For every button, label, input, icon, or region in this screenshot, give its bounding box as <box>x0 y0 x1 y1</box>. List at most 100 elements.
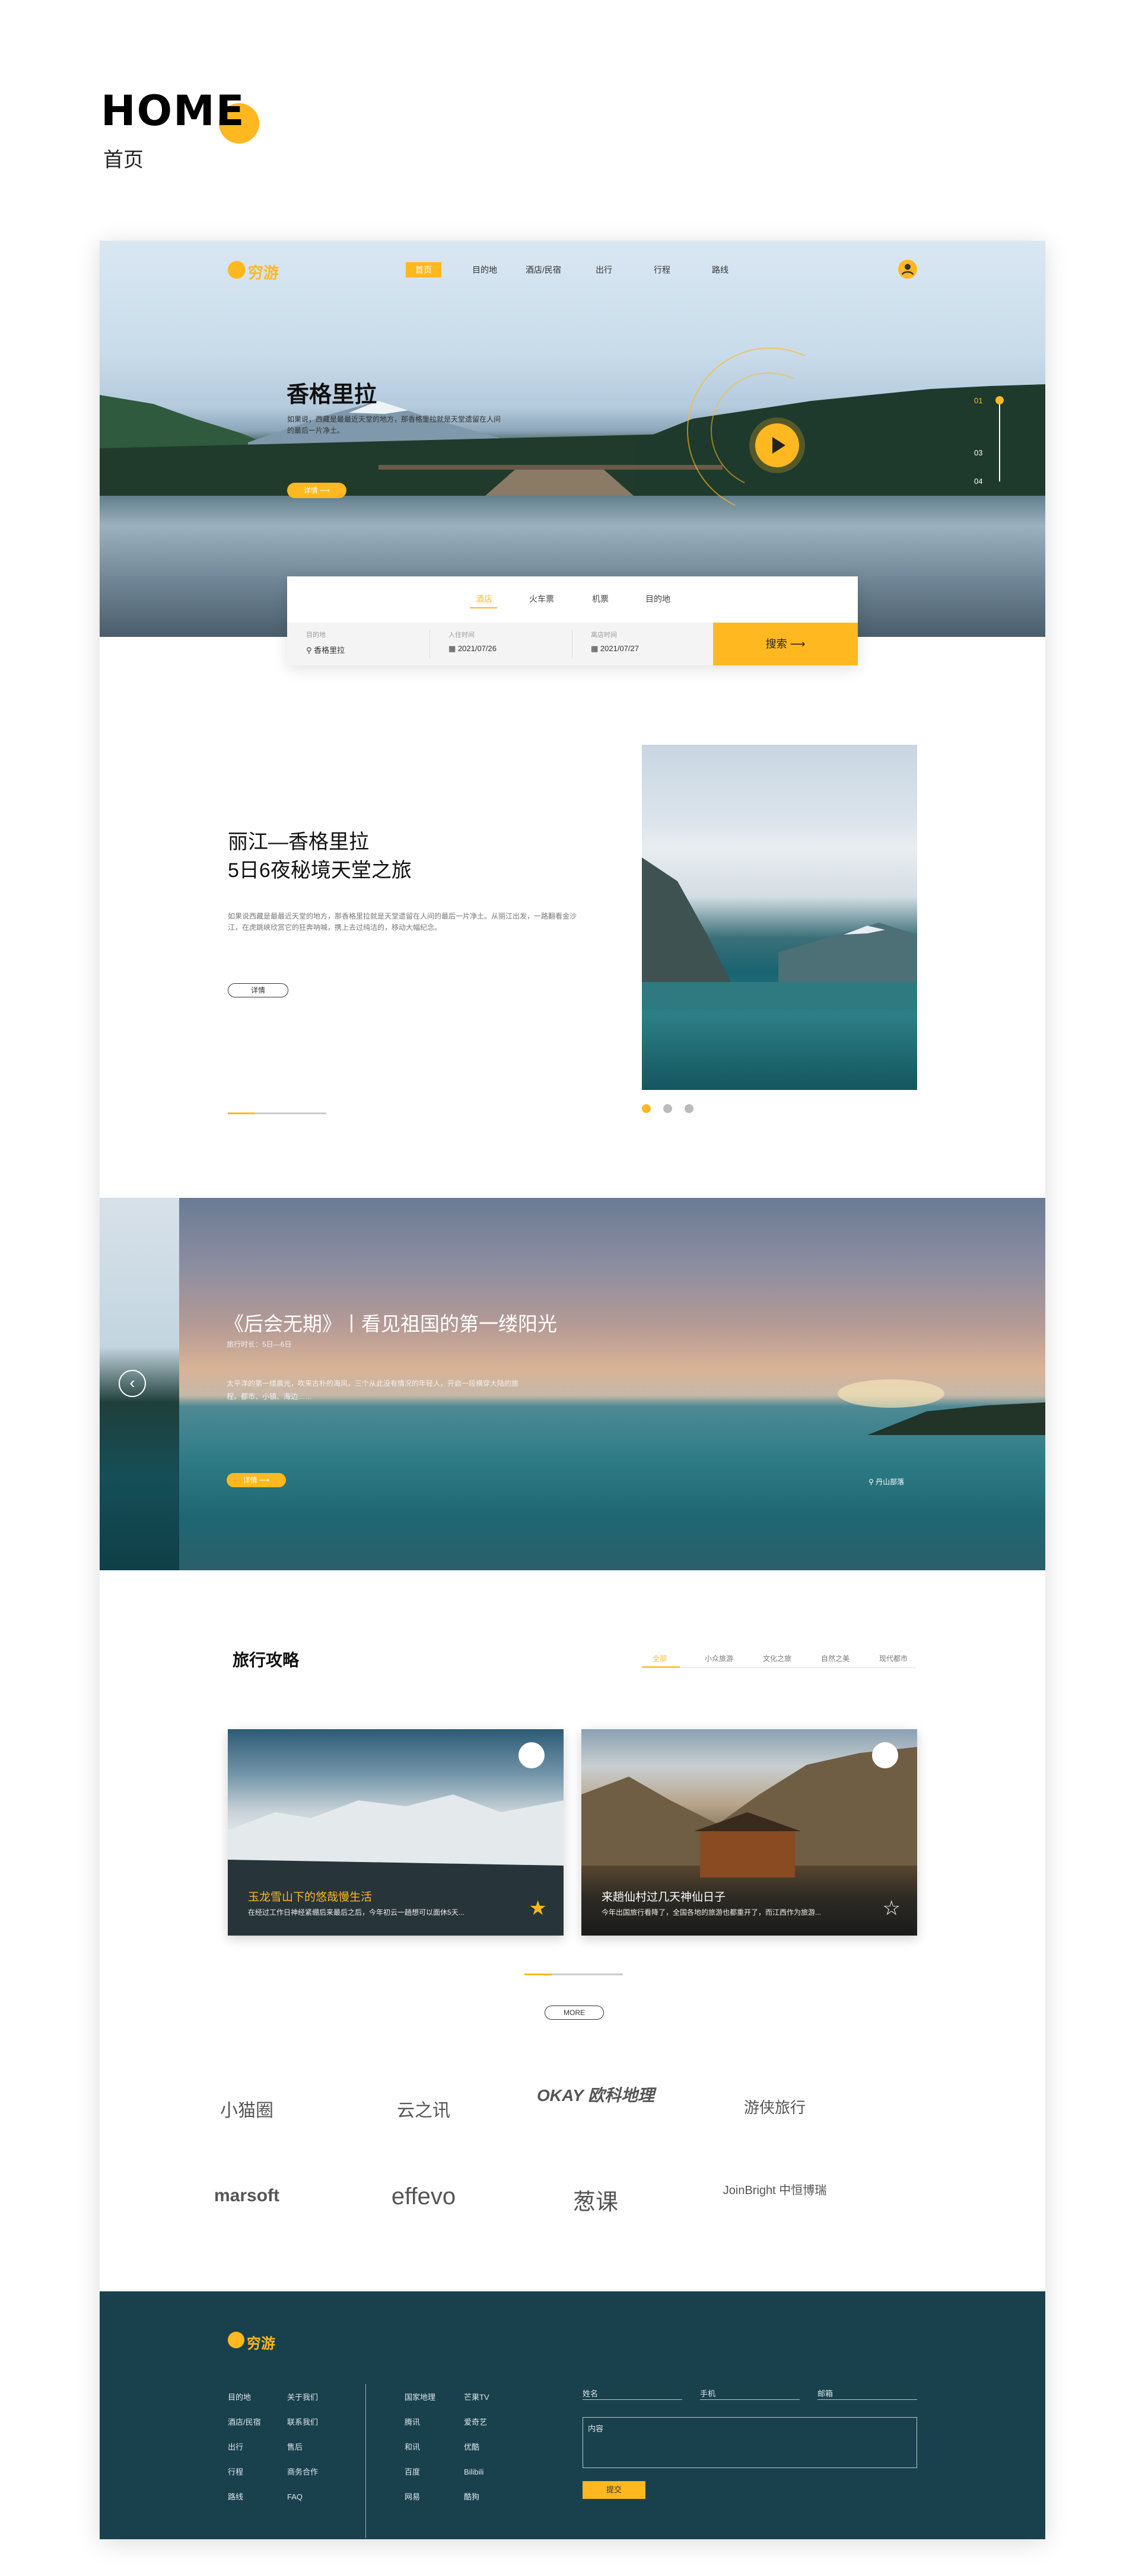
website-mockup: 穷游 首页 目的地 酒店/民宿 出行 行程 路线 香格里拉 如果说，西藏是最最近… <box>100 241 1045 2539</box>
nav-item-home[interactable]: 首页 <box>406 262 441 278</box>
footer-link[interactable]: 目的地 <box>228 2385 261 2410</box>
search-tab-underline <box>470 607 497 608</box>
search-tab-hotel[interactable]: 酒店 <box>476 593 492 605</box>
content-placeholder: 内容 <box>588 2424 604 2433</box>
play-video-button[interactable] <box>755 423 799 467</box>
footer-link[interactable]: 路线 <box>228 2485 261 2510</box>
footer-column-2: 关于我们 联系我们 售后 商务合作 FAQ <box>287 2385 318 2510</box>
partner-logo-xiaomaoquan: 小猫圈 <box>220 2101 273 2121</box>
content-textarea[interactable]: 内容 <box>583 2417 917 2468</box>
partner-logo-yunzhixun: 云之讯 <box>397 2101 450 2121</box>
footer-link[interactable]: 芒果TV <box>464 2385 489 2410</box>
chevron-left-icon[interactable]: ‹ <box>119 1370 146 1397</box>
logo-icon <box>228 261 246 279</box>
footer-column-4: 芒果TV 爱奇艺 优酷 Bilibili 酷狗 <box>464 2385 489 2510</box>
hero-pager-active-dot <box>995 396 1004 404</box>
footer-link[interactable]: 商务合作 <box>287 2460 318 2485</box>
field-checkin-input[interactable]: ▦ 2021/07/26 <box>448 644 497 653</box>
hero-pager-04[interactable]: 04 <box>974 477 982 486</box>
hero-description: 如果说，西藏是最最近天堂的地方，那香格里拉就是天堂遗留在人间的最后一片净土。 <box>287 415 501 435</box>
field-checkin-label: 入住时间 <box>448 632 475 639</box>
footer-link[interactable]: 行程 <box>228 2460 261 2485</box>
more-button[interactable]: MORE <box>545 2006 604 2020</box>
star-icon[interactable]: ★ <box>529 1896 547 1920</box>
footer-link[interactable]: Bilibili <box>464 2460 489 2485</box>
footer-divider <box>365 2384 366 2538</box>
tour-progress-fill <box>228 1112 255 1114</box>
card-description: 今年出国旅行看降了，全国各地的旅游也都重开了，而江西作为旅游... <box>602 1908 822 1917</box>
hero-title: 香格里拉 <box>287 381 377 407</box>
banner-location: ⚲ 丹山部落 <box>868 1478 905 1486</box>
search-panel: 酒店 火车票 机票 目的地 目的地 ⚲ 香格里拉 入住时间 ▦ 2021/07/… <box>287 576 858 665</box>
footer-link[interactable]: 酷狗 <box>464 2485 489 2510</box>
name-field[interactable] <box>583 2399 682 2400</box>
strategy-tab-city[interactable]: 现代都市 <box>879 1653 908 1663</box>
name-field-label: 姓名 <box>583 2389 599 2398</box>
footer-link[interactable]: 国家地理 <box>405 2385 435 2410</box>
author-avatar[interactable] <box>872 1742 898 1768</box>
submit-button[interactable]: 提交 <box>583 2481 645 2499</box>
search-tab-destination[interactable]: 目的地 <box>645 593 670 605</box>
phone-field[interactable] <box>700 2399 800 2400</box>
user-avatar-icon[interactable] <box>898 260 917 279</box>
partner-logo-marsoft: marsoft <box>214 2186 280 2205</box>
logo-text[interactable]: 穷游 <box>248 261 279 283</box>
nav-item-destination[interactable]: 目的地 <box>472 264 497 276</box>
slide-dot-1[interactable] <box>642 1104 651 1113</box>
partner-logo-joinbright: JoinBright 中恒博瑞 <box>723 2184 827 2197</box>
email-field[interactable] <box>817 2399 917 2400</box>
tour-detail-button[interactable]: 详情 <box>228 983 288 997</box>
hero-pager-track <box>999 398 1000 482</box>
star-outline-icon[interactable]: ☆ <box>883 1896 901 1920</box>
search-fields-bar <box>287 623 713 665</box>
footer-link[interactable]: 关于我们 <box>287 2385 318 2410</box>
footer-logo-text[interactable]: 穷游 <box>247 2332 275 2352</box>
partner-logo-congke: 葱课 <box>572 2190 618 2215</box>
tour-image <box>642 745 917 1090</box>
strategy-tab-niche[interactable]: 小众旅游 <box>705 1653 733 1663</box>
partner-logo-youxia: 游侠旅行 <box>743 2099 806 2116</box>
nav-item-route[interactable]: 路线 <box>712 264 728 276</box>
tour-description: 如果说西藏是最最近天堂的地方，那香格里拉就是天堂遗留在人间的最后一片净土。从丽江… <box>228 912 577 932</box>
footer-link[interactable]: 出行 <box>228 2435 261 2460</box>
footer-link[interactable]: 优酷 <box>464 2435 489 2460</box>
search-tab-flight[interactable]: 机票 <box>592 593 609 605</box>
partner-logo-okay: OKAY 欧科地理 <box>536 2086 655 2105</box>
search-button[interactable]: 搜索 ⟶ <box>713 623 858 665</box>
strategy-card-1[interactable]: 玉龙雪山下的悠哉慢生活 在经过工作日神经紧绷后来最后之后，今年初云一趟想可以面休… <box>228 1729 564 1936</box>
hero-pager-01[interactable]: 01 <box>974 396 982 405</box>
hero-pager-03[interactable]: 03 <box>974 448 982 457</box>
card-description: 在经过工作日神经紧绷后来最后之后，今年初云一趟想可以面休5天... <box>248 1908 464 1917</box>
footer-link[interactable]: 售后 <box>287 2435 318 2460</box>
banner-detail-button[interactable]: 详情 ⟶ <box>227 1473 286 1487</box>
divider <box>429 630 430 658</box>
hero-landscape <box>100 384 1045 496</box>
footer-column-1: 目的地 酒店/民宿 出行 行程 路线 <box>228 2385 261 2510</box>
nav-item-travel[interactable]: 出行 <box>596 264 612 276</box>
footer-link[interactable]: 酒店/民宿 <box>228 2410 261 2435</box>
slide-dot-2[interactable] <box>663 1104 672 1113</box>
strategy-tab-nature[interactable]: 自然之美 <box>821 1653 850 1663</box>
field-destination-label: 目的地 <box>306 632 326 639</box>
nav-item-itinerary[interactable]: 行程 <box>654 264 670 276</box>
banner-subtitle: 旅行时长：5日—6日 <box>227 1340 292 1348</box>
hero-detail-button[interactable]: 详情 ⟶ <box>287 483 346 498</box>
nav-item-hotel[interactable]: 酒店/民宿 <box>526 264 561 276</box>
field-checkout-label: 离店时间 <box>591 632 617 639</box>
footer-link[interactable]: 百度 <box>405 2460 435 2485</box>
author-avatar[interactable] <box>518 1742 545 1768</box>
strategy-tab-all[interactable]: 全部 <box>653 1653 667 1663</box>
footer-link[interactable]: FAQ <box>287 2485 318 2510</box>
footer-link[interactable]: 和讯 <box>405 2435 435 2460</box>
slide-dot-3[interactable] <box>685 1104 693 1113</box>
strategy-tab-culture[interactable]: 文化之旅 <box>763 1653 791 1663</box>
field-checkout-input[interactable]: ▦ 2021/07/27 <box>591 644 639 653</box>
footer-link[interactable]: 网易 <box>405 2485 435 2510</box>
field-destination-input[interactable]: ⚲ 香格里拉 <box>306 644 345 655</box>
footer-column-3: 国家地理 腾讯 和讯 百度 网易 <box>405 2385 435 2510</box>
footer-link[interactable]: 腾讯 <box>405 2410 435 2435</box>
footer-link[interactable]: 爱奇艺 <box>464 2410 489 2435</box>
strategy-card-2[interactable]: 来趟仙村过几天神仙日子 今年出国旅行看降了，全国各地的旅游也都重开了，而江西作为… <box>581 1729 917 1936</box>
footer-link[interactable]: 联系我们 <box>287 2410 318 2435</box>
search-tab-train[interactable]: 火车票 <box>529 593 554 605</box>
